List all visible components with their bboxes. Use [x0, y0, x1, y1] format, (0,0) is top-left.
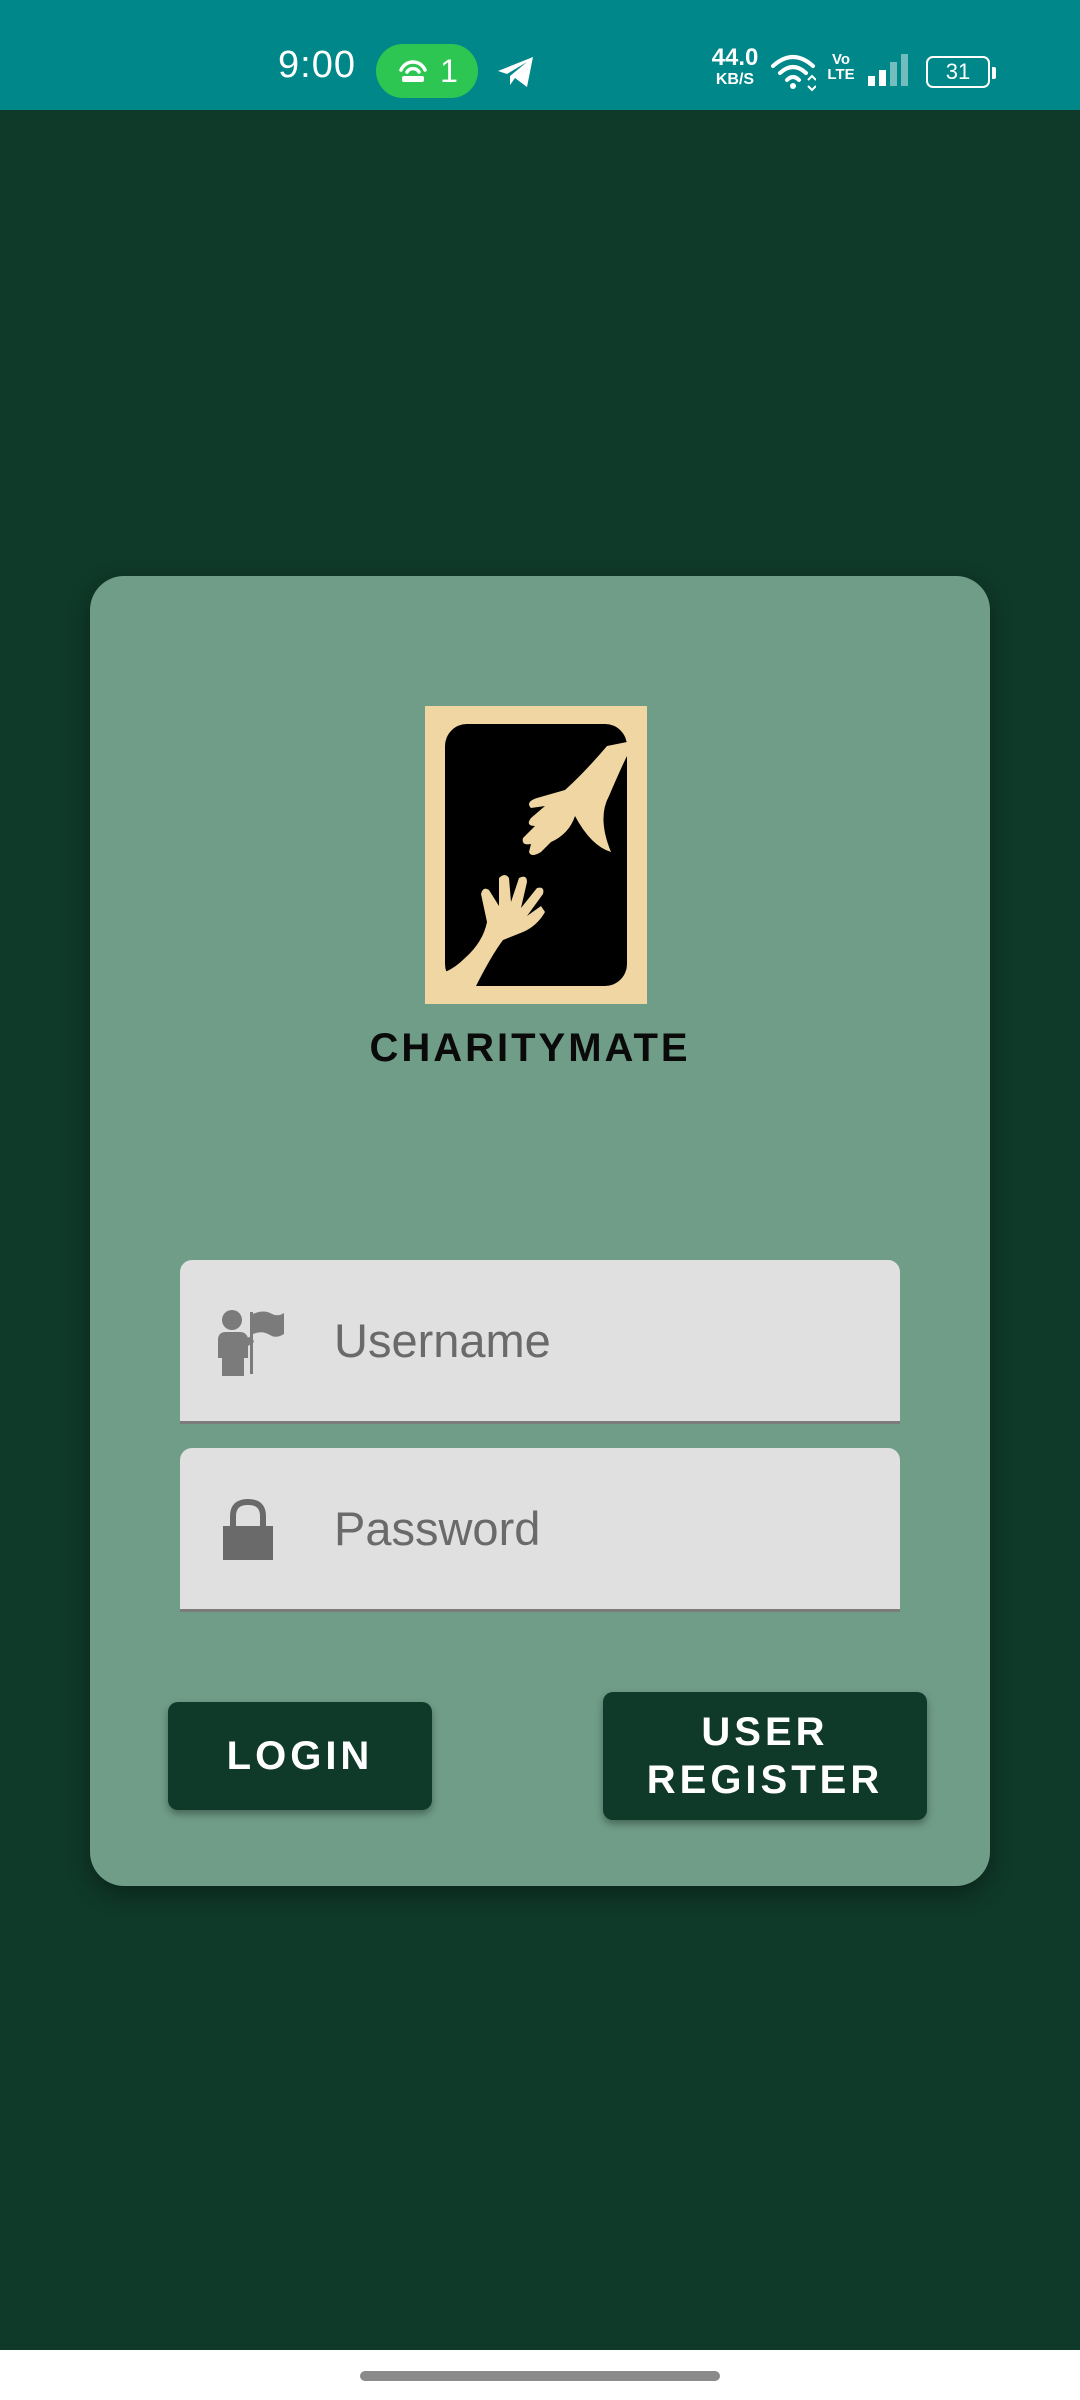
app-name: CHARITYMATE	[369, 1026, 691, 1070]
network-speed: 44.0 KB/S	[705, 46, 765, 88]
username-input[interactable]	[334, 1260, 874, 1421]
volte-top: Vo	[831, 51, 851, 68]
reaching-hands-icon	[425, 706, 647, 1004]
battery-icon: 31	[926, 56, 996, 88]
lock-icon	[212, 1494, 284, 1566]
signal-icon	[868, 54, 908, 86]
login-card: CHARITYMATE LOGIN USER REGISTER	[90, 576, 990, 1886]
volunteer-flag-icon	[212, 1306, 284, 1378]
user-register-button[interactable]: USER REGISTER	[603, 1692, 927, 1820]
telegram-icon	[498, 57, 533, 87]
navigation-bar	[0, 2350, 1080, 2400]
wifi-icon	[771, 55, 816, 92]
login-button[interactable]: LOGIN	[168, 1702, 432, 1810]
volte-bottom: LTE	[827, 66, 855, 83]
hotspot-indicator[interactable]: 1	[376, 44, 478, 98]
hotspot-icon	[399, 60, 427, 82]
volte-indicator: Vo LTE	[826, 52, 856, 82]
app-logo	[425, 706, 647, 1004]
network-speed-unit: KB/S	[715, 71, 755, 88]
username-field[interactable]	[180, 1260, 900, 1424]
status-bar: 9:00 1 44.0 KB/S Vo LTE 31	[0, 0, 1080, 110]
password-field[interactable]	[180, 1448, 900, 1612]
status-time: 9:00	[278, 44, 356, 86]
password-input[interactable]	[334, 1448, 874, 1609]
battery-level: 31	[945, 59, 971, 84]
hotspot-count: 1	[440, 52, 458, 89]
home-gesture-handle[interactable]	[360, 2371, 720, 2381]
network-speed-value: 44.0	[711, 44, 759, 71]
